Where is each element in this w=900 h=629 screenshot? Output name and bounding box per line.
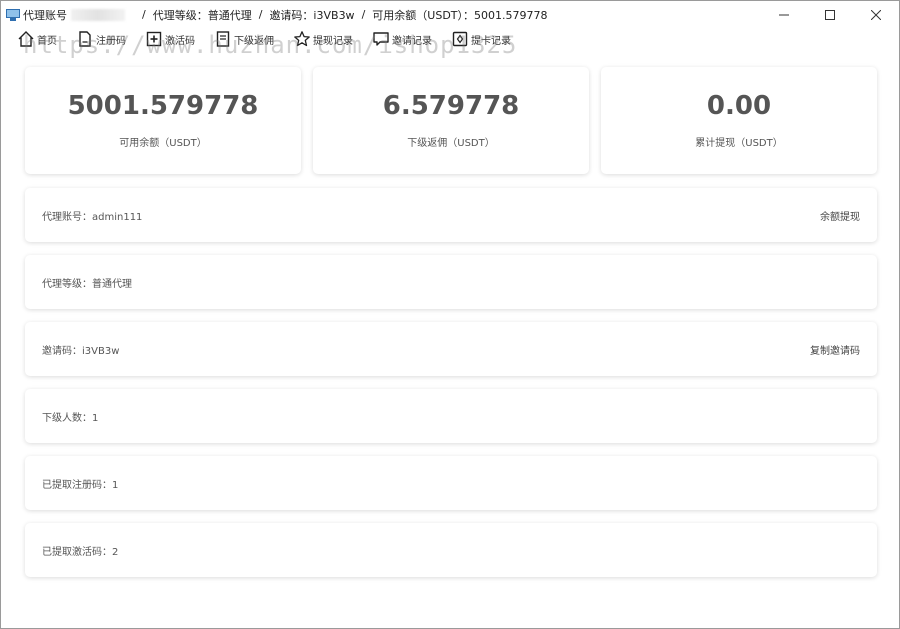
toolbar-activation-code-label: 激活码 (165, 35, 195, 47)
stat-value: 5001.579778 (67, 90, 259, 121)
copy-invite-code-button[interactable]: 复制邀请码 (810, 342, 860, 357)
toolbar-invite-records[interactable]: 邀请记录 (372, 30, 432, 48)
title-bar: 代理账号 / 代理等级：普通代理 / 邀请码：i3VB3w / 可用余额（USD… (1, 1, 899, 28)
toolbar-register-code[interactable]: 注册码 (76, 30, 126, 48)
info-row-level: 代理等级：普通代理 (25, 255, 877, 309)
maximize-button[interactable] (807, 1, 853, 28)
toolbar-home[interactable]: 首页 (17, 30, 57, 48)
toolbar-card-records-label: 提卡记录 (471, 35, 511, 47)
title-prefix: 代理账号 (23, 8, 67, 22)
title-separator: / (361, 8, 366, 21)
minimize-icon (779, 14, 789, 15)
toolbar-home-label: 首页 (37, 35, 57, 47)
info-row-register-codes: 已提取注册码：1 (25, 456, 877, 510)
stat-card-withdrawn: 0.00 累计提现（USDT） (601, 67, 877, 174)
stat-label: 下级返佣（USDT） (407, 137, 495, 149)
toolbar-card-records[interactable]: 提卡记录 (451, 30, 511, 48)
info-row-text: 已提取激活码：2 (42, 546, 119, 558)
info-row-invite-code: 邀请码：i3VB3w 复制邀请码 (25, 322, 877, 376)
toolbar-register-code-label: 注册码 (96, 35, 126, 47)
list-icon (214, 30, 232, 48)
stat-value: 6.579778 (382, 90, 520, 121)
info-row-text: 代理等级：普通代理 (42, 278, 132, 290)
minimize-button[interactable] (761, 1, 807, 28)
window-controls (761, 1, 899, 28)
title-separator: / (258, 8, 263, 21)
info-row-text: 代理账号：admin111 (42, 211, 143, 223)
toolbar: 首页 注册码 激活码 下级返佣 提现记录 邀请记录 提卡记录 (17, 29, 530, 49)
info-row-activation-codes: 已提取激活码：2 (25, 523, 877, 577)
stats-row: 5001.579778 可用余额（USDT） 6.579778 下级返佣（USD… (25, 67, 877, 174)
toolbar-withdraw-records[interactable]: 提现记录 (293, 30, 353, 48)
close-button[interactable] (853, 1, 899, 28)
close-icon (871, 9, 881, 20)
info-row-sub-count: 下级人数：1 (25, 389, 877, 443)
title-separator: / (142, 8, 146, 21)
app-monitor-icon (6, 8, 20, 21)
toolbar-sub-rebate[interactable]: 下级返佣 (214, 30, 274, 48)
stat-card-rebate: 6.579778 下级返佣（USDT） (313, 67, 589, 174)
title-level: 代理等级：普通代理 (152, 8, 252, 22)
toolbar-activation-code[interactable]: 激活码 (145, 30, 195, 48)
stat-label: 可用余额（USDT） (119, 137, 207, 149)
title-balance: 可用余额（USDT）：5001.579778 (372, 8, 548, 22)
maximize-icon (825, 9, 835, 20)
plus-box-icon (145, 30, 163, 48)
toolbar-invite-records-label: 邀请记录 (392, 35, 432, 47)
toolbar-withdraw-records-label: 提现记录 (313, 35, 353, 47)
blurred-account-name (71, 8, 125, 21)
home-icon (17, 30, 35, 48)
title-invite-code: 邀请码：i3VB3w (269, 8, 355, 22)
card-icon (451, 30, 469, 48)
info-row-text: 已提取注册码：1 (42, 479, 119, 491)
toolbar-sub-rebate-label: 下级返佣 (234, 35, 274, 47)
stat-card-balance: 5001.579778 可用余额（USDT） (25, 67, 301, 174)
withdraw-balance-button[interactable]: 余额提现 (820, 208, 860, 223)
info-row-account: 代理账号：admin111 余额提现 (25, 188, 877, 242)
info-row-text: 下级人数：1 (42, 412, 99, 424)
star-icon (293, 30, 311, 48)
stat-label: 累计提现（USDT） (695, 137, 783, 149)
info-row-text: 邀请码：i3VB3w (42, 345, 120, 357)
document-icon (76, 30, 94, 48)
chat-icon (372, 30, 390, 48)
stat-value: 0.00 (706, 90, 772, 121)
